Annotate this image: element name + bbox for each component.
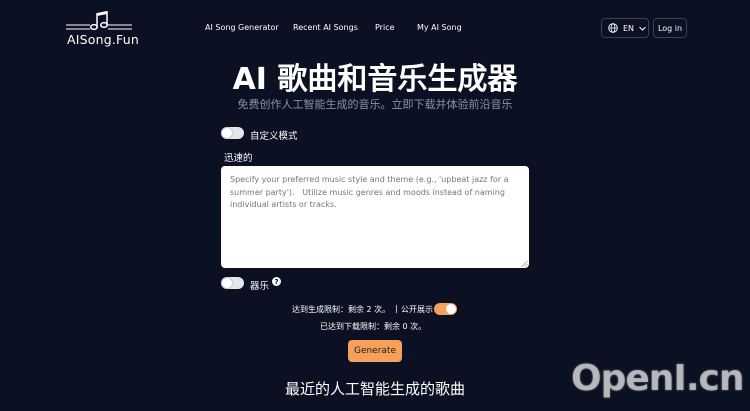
public-display-toggle[interactable]	[434, 303, 457, 315]
language-label: EN	[623, 23, 635, 33]
quick-label: 迅速的	[224, 153, 253, 164]
limit-separator: |	[395, 304, 398, 313]
language-selector[interactable]: EN	[601, 18, 649, 38]
site-logo[interactable]: AISong.Fun	[66, 10, 139, 47]
top-navigation-bar: AISong.Fun AI Song Generator Recent AI S…	[0, 0, 750, 58]
nav-recent-ai-songs[interactable]: Recent AI Songs	[293, 23, 358, 32]
chevron-down-icon	[639, 26, 646, 31]
globe-icon	[608, 23, 618, 33]
logo-text: AISong.Fun	[67, 32, 140, 47]
custom-mode-toggle[interactable]	[221, 127, 244, 139]
question-circle-icon[interactable]: ?	[272, 277, 281, 286]
nav-my-ai-song[interactable]: My AI Song	[417, 23, 462, 32]
resize-handle-icon[interactable]	[521, 260, 528, 267]
login-button[interactable]: Log in	[653, 18, 687, 38]
page-subtitle: 免费创作人工智能生成的音乐。立即下载并体验前沿音乐	[237, 98, 513, 111]
toggle-knob	[446, 304, 456, 314]
nav-price[interactable]: Price	[375, 23, 395, 32]
download-limit-text: 已达到下载限制：剩余 0 次。	[320, 322, 427, 331]
instrumental-label: 器乐	[250, 281, 270, 292]
generate-button[interactable]: Generate	[348, 340, 402, 362]
watermark: OpenI.cn	[571, 358, 744, 399]
public-display-label: 公开展示	[401, 305, 433, 314]
nav-ai-song-generator[interactable]: AI Song Generator	[205, 23, 279, 32]
music-note-icon	[66, 11, 132, 31]
generation-limit-text: 达到生成限制：剩余 2 次。	[292, 305, 391, 314]
instrumental-toggle[interactable]	[221, 277, 244, 289]
page-title: AI 歌曲和音乐生成器	[232, 62, 518, 97]
song-prompt-input[interactable]	[221, 166, 529, 268]
toggle-knob	[222, 128, 232, 138]
toggle-knob	[222, 278, 232, 288]
custom-mode-label: 自定义模式	[250, 131, 298, 142]
